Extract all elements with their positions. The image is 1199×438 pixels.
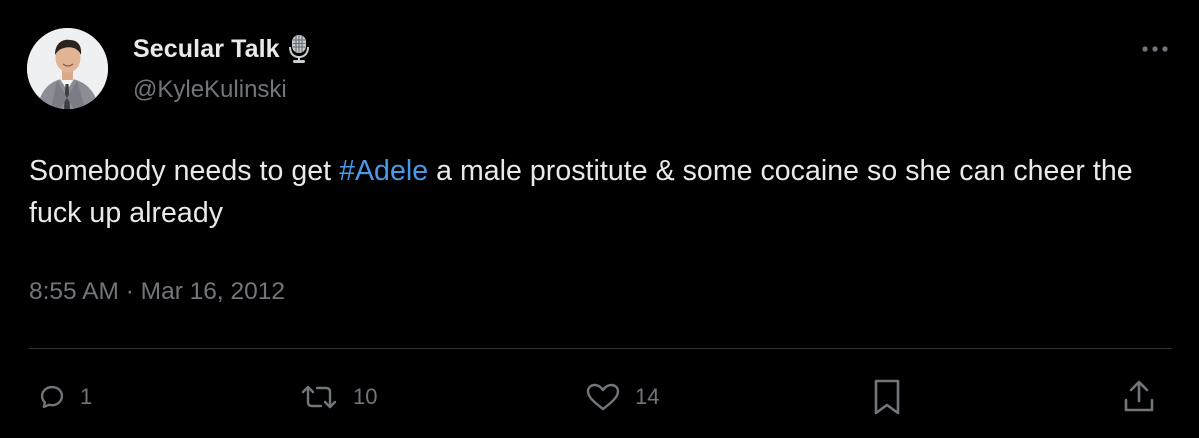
like-count: 14 (635, 384, 660, 409)
retweet-count: 10 (353, 384, 378, 409)
user-handle[interactable]: @KyleKulinski (133, 76, 287, 104)
more-horizontal-icon (1142, 46, 1168, 52)
share-button[interactable] (1121, 376, 1157, 418)
hashtag-link[interactable]: #Adele (339, 155, 428, 187)
tweet-text-before: Somebody needs to get (29, 155, 340, 187)
author-name-row: Secular Talk (133, 31, 312, 67)
retweet-button[interactable]: 10 (299, 376, 377, 418)
share-upload-icon (1124, 380, 1154, 412)
bookmark-button[interactable] (867, 376, 907, 418)
reply-count: 1 (80, 384, 93, 409)
retweet-icon (301, 385, 337, 409)
divider (29, 348, 1172, 349)
tweet-card: Secular Talk @KyleKulinski Somebody need… (0, 0, 1199, 438)
tweet-date[interactable]: Mar 16, 2012 (141, 278, 285, 305)
heart-icon (586, 383, 620, 411)
tweet-text: Somebody needs to get #Adele a male pros… (29, 150, 1179, 234)
timestamp-separator: · (118, 278, 141, 305)
tweet-time[interactable]: 8:55 AM (29, 278, 119, 305)
avatar-image (27, 28, 108, 109)
timestamp: 8:55 AM · Mar 16, 2012 (29, 278, 285, 306)
like-button[interactable]: 14 (585, 376, 659, 418)
podcast-microphone-icon (286, 34, 312, 64)
reply-button[interactable]: 1 (38, 376, 92, 418)
bookmark-icon (874, 379, 900, 415)
reply-bubble-icon (40, 385, 64, 409)
display-name[interactable]: Secular Talk (133, 35, 280, 64)
avatar[interactable] (27, 28, 108, 109)
more-options-button[interactable] (1138, 38, 1172, 60)
